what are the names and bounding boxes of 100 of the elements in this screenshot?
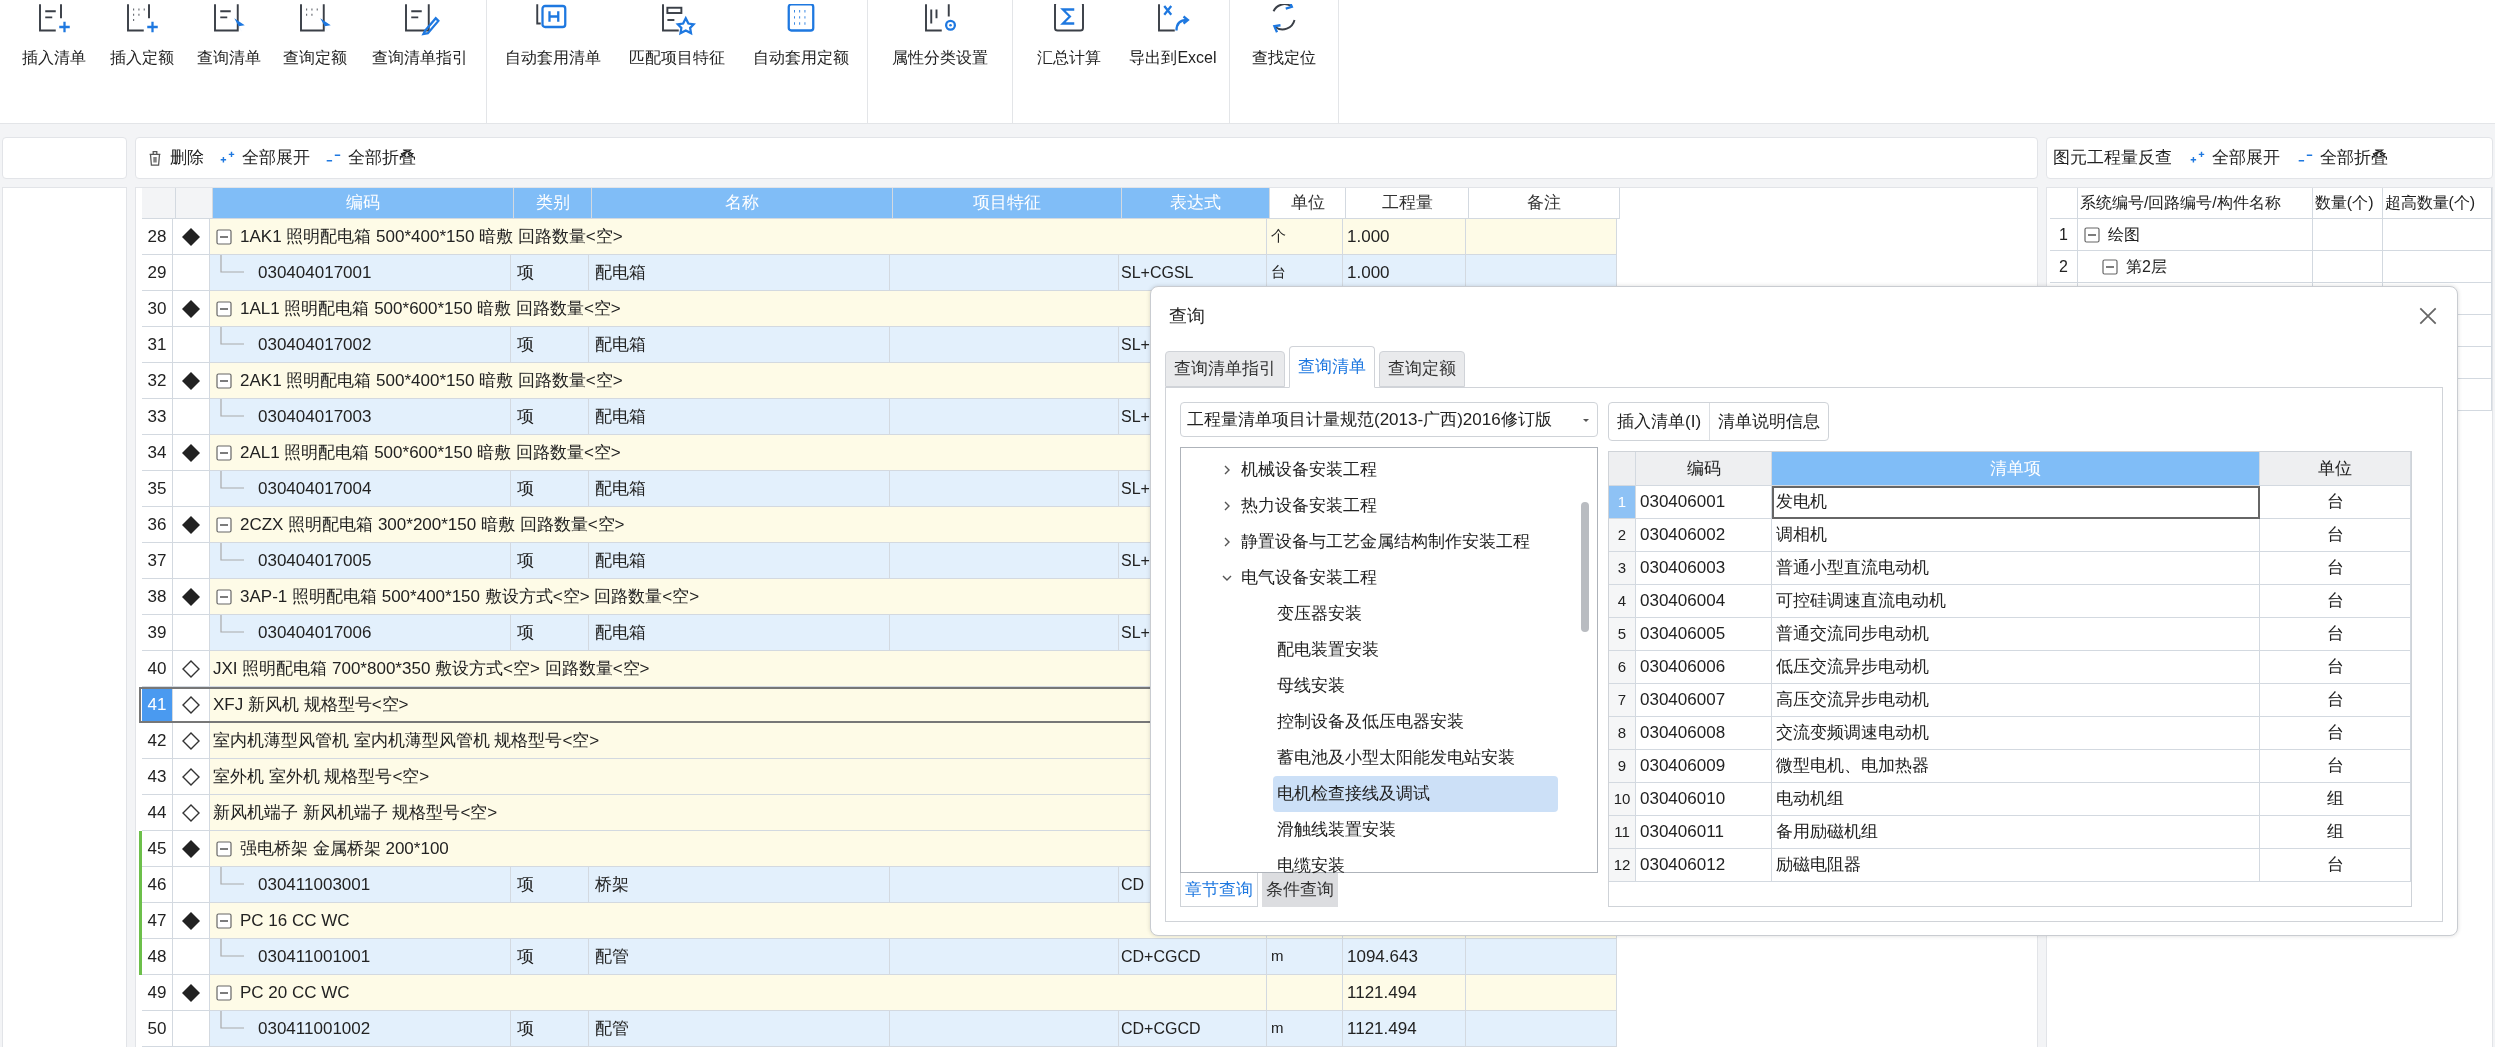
table-cell: 项 — [511, 939, 589, 975]
row-number: 12 — [1609, 848, 1636, 882]
scrollbar-thumb[interactable] — [1581, 502, 1589, 632]
row-number: 7 — [1609, 683, 1636, 717]
table-cell: 030406009 — [1636, 749, 1772, 783]
collapse-icon[interactable] — [216, 444, 232, 461]
table-cell: 个 — [1267, 219, 1343, 255]
column-header[interactable]: 单位 — [2260, 451, 2411, 486]
row-title: 2CZX 照明配电箱 300*200*150 暗敷 回路数量<空> — [240, 513, 625, 536]
toolbar-button[interactable]: 查询清单指引 — [358, 0, 482, 123]
tree-item[interactable]: 配电装置安装 — [1273, 632, 1558, 668]
column-header[interactable]: 工程量 — [1346, 188, 1469, 219]
dropdown[interactable]: 工程量清单项目计量规范(2013-广西)2016修订版 — [1180, 402, 1598, 437]
tree-item[interactable]: 母线安装 — [1273, 668, 1558, 704]
collapse-icon[interactable] — [216, 228, 232, 245]
tab[interactable]: 查询定额 — [1379, 351, 1465, 387]
close-button[interactable] — [2417, 305, 2439, 327]
diamond-icon — [181, 442, 201, 463]
tree-line — [220, 867, 244, 885]
collapse-icon[interactable] — [216, 516, 232, 533]
table-cell: CD+CGCD — [1119, 939, 1267, 975]
collapse-icon[interactable] — [2101, 258, 2118, 275]
tree-item[interactable]: 滑触线装置安装 — [1273, 812, 1558, 848]
toolbar-button[interactable]: 自动套用清单 — [491, 0, 615, 123]
column-header[interactable]: 超高数量(个) — [2382, 188, 2492, 219]
table-cell: 备用励磁机组 — [1772, 815, 2260, 849]
table-cell: 可控硅调速直流电动机 — [1772, 584, 2260, 618]
toolbar-button[interactable]: 全部展开 — [218, 145, 310, 171]
tree-line — [220, 1011, 244, 1029]
table-cell: 项 — [511, 471, 589, 507]
table-cell: 030404017001 — [210, 255, 511, 291]
row-number: 49 — [142, 975, 173, 1011]
collapse-icon[interactable] — [216, 300, 232, 317]
row-title: JXI 照明配电箱 700*800*350 敷设方式<空> 回路数量<空> — [213, 657, 650, 680]
toolbar-button[interactable]: 删除 — [146, 145, 204, 171]
toolbar-button[interactable]: 匹配项目特征 — [615, 0, 739, 123]
toolbar-button[interactable]: 插入清单 — [10, 0, 98, 123]
row-number: 5 — [1609, 617, 1636, 651]
button[interactable]: 清单说明信息 — [1709, 403, 1829, 440]
tree-item[interactable]: 变压器安装 — [1273, 596, 1558, 632]
toolbar-button[interactable]: 查找定位 — [1234, 0, 1334, 123]
table-cell: 台 — [2260, 485, 2411, 519]
row-title: 强电桥架 金属桥架 200*100 — [240, 837, 449, 860]
column-header[interactable]: 备注 — [1469, 188, 1620, 219]
row-number: 28 — [142, 219, 173, 255]
tree-line — [220, 615, 244, 633]
toolbar-button[interactable]: 查询清单 — [186, 0, 272, 123]
toolbar-button[interactable]: 全部折叠 — [324, 145, 416, 171]
collapse-icon[interactable] — [2083, 226, 2100, 243]
diamond-outline-icon — [181, 802, 201, 823]
toolbar-button[interactable]: 属性分类设置 — [872, 0, 1008, 123]
column-header[interactable]: 数量(个) — [2312, 188, 2383, 219]
row-title: 2AK1 照明配电箱 500*400*150 暗敷 回路数量<空> — [240, 369, 623, 392]
toolbar-button[interactable]: 自动套用定额 — [739, 0, 863, 123]
tab[interactable]: 章节查询 — [1180, 873, 1258, 907]
tab[interactable]: 查询清单 — [1289, 346, 1375, 388]
column-header[interactable]: 单位 — [1270, 188, 1346, 219]
collapse-icon[interactable] — [216, 984, 232, 1001]
table-cell: 配管 — [589, 1011, 890, 1047]
collapse-icon[interactable] — [216, 372, 232, 389]
column-header[interactable]: 编码 — [1636, 451, 1772, 486]
row-number: 43 — [142, 759, 173, 795]
table-cell: 台 — [2260, 716, 2411, 750]
table-cell: 项 — [511, 399, 589, 435]
table-cell: 030404017003 — [210, 399, 511, 435]
toolbar-button[interactable]: 插入定额 — [98, 0, 186, 123]
column-header[interactable]: 系统编号/回路编号/构件名称 — [2077, 188, 2313, 219]
tab[interactable]: 条件查询 — [1262, 873, 1338, 907]
collapse-icon[interactable] — [216, 588, 232, 605]
table-cell: 配电箱 — [589, 327, 890, 363]
table-cell: m — [1267, 1011, 1343, 1047]
table-cell: 030406008 — [1636, 716, 1772, 750]
close-icon — [2417, 305, 2439, 327]
table-cell: 030404017006 — [210, 615, 511, 651]
collapse-icon[interactable] — [216, 912, 232, 929]
tree-item[interactable]: 控制设备及低压电器安装 — [1273, 704, 1558, 740]
row-title: 室内机薄型风管机 室内机薄型风管机 规格型号<空> — [213, 729, 600, 752]
toolbar-button[interactable]: 全部展开 — [2188, 145, 2280, 171]
row-title: 2AL1 照明配电箱 500*600*150 暗敷 回路数量<空> — [240, 441, 621, 464]
diamond-icon — [181, 514, 201, 535]
row-title: 新风机端子 新风机端子 规格型号<空> — [213, 801, 498, 824]
table-cell: 030406012 — [1636, 848, 1772, 882]
toolbar-button[interactable]: 导出到Excel — [1121, 0, 1225, 123]
table-cell: 030411001001 — [210, 939, 511, 975]
table-cell: 030406011 — [1636, 815, 1772, 849]
toolbar-button[interactable]: 汇总计算 — [1017, 0, 1121, 123]
row-number: 4 — [1609, 584, 1636, 618]
tree-item[interactable]: 蓄电池及小型太阳能发电站安装 — [1273, 740, 1558, 776]
button[interactable]: 插入清单(I) — [1609, 403, 1710, 440]
table-cell: 配电箱 — [589, 615, 890, 651]
row-number: 32 — [142, 363, 173, 399]
collapse-icon[interactable] — [216, 840, 232, 857]
tab[interactable]: 查询清单指引 — [1165, 351, 1285, 387]
table-cell: 030411001002 — [210, 1011, 511, 1047]
toolbar-button[interactable]: 全部折叠 — [2296, 145, 2388, 171]
row-number: 2 — [2050, 251, 2078, 283]
table-cell: 030404017004 — [210, 471, 511, 507]
tree-item[interactable]: 电机检查接线及调试 — [1273, 776, 1558, 812]
toolbar-button[interactable]: 查询定额 — [272, 0, 358, 123]
table-cell: 调相机 — [1772, 518, 2260, 552]
